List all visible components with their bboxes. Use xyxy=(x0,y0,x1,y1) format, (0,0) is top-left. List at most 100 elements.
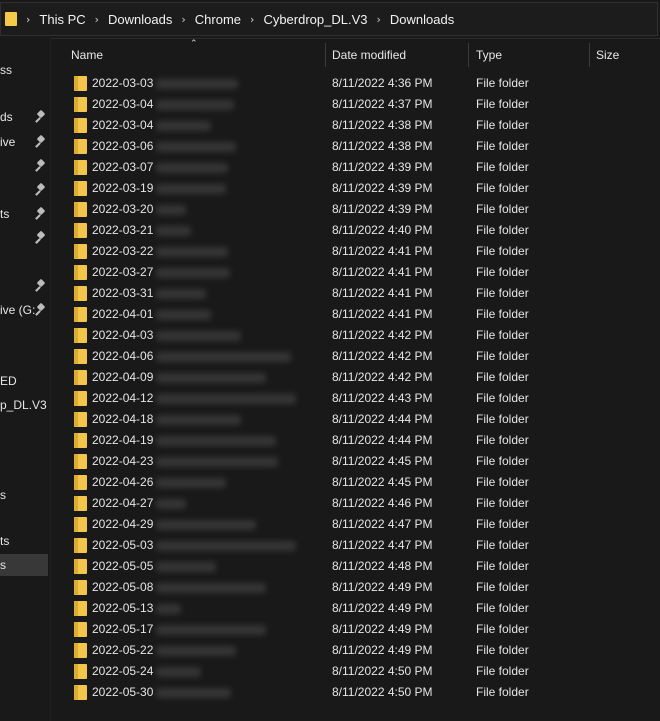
table-row[interactable]: 2022-03-22 8/11/2022 4:41 PM File folder xyxy=(52,241,660,262)
file-date-modified: 8/11/2022 4:48 PM xyxy=(332,559,433,573)
file-date-modified: 8/11/2022 4:44 PM xyxy=(332,412,433,426)
breadcrumb-chrome[interactable]: Chrome xyxy=(195,12,241,27)
file-type: File folder xyxy=(476,370,529,384)
table-row[interactable]: 2022-04-19 8/11/2022 4:44 PM File folder xyxy=(52,430,660,451)
column-header-type[interactable]: Type xyxy=(476,38,502,72)
file-name: 2022-04-09 xyxy=(92,370,154,384)
file-name: 2022-04-23 xyxy=(92,454,154,468)
file-date-modified: 8/11/2022 4:42 PM xyxy=(332,349,433,363)
table-row[interactable]: 2022-03-07 8/11/2022 4:39 PM File folder xyxy=(52,157,660,178)
file-type: File folder xyxy=(476,223,529,237)
sidebar-item[interactable]: s xyxy=(0,554,48,576)
table-row[interactable]: 2022-05-03 8/11/2022 4:47 PM File folder xyxy=(52,535,660,556)
sidebar-item[interactable]: ts xyxy=(0,530,48,552)
table-row[interactable]: 2022-05-05 8/11/2022 4:48 PM File folder xyxy=(52,556,660,577)
sidebar-item[interactable]: p_DL.V3 xyxy=(0,394,48,416)
table-row[interactable]: 2022-05-24 8/11/2022 4:50 PM File folder xyxy=(52,661,660,682)
table-row[interactable]: 2022-04-18 8/11/2022 4:44 PM File folder xyxy=(52,409,660,430)
breadcrumb[interactable]: › This PC › Downloads › Chrome › Cyberdr… xyxy=(0,2,658,36)
table-row[interactable]: 2022-04-26 8/11/2022 4:45 PM File folder xyxy=(52,472,660,493)
file-date-modified: 8/11/2022 4:36 PM xyxy=(332,76,433,90)
table-row[interactable]: 2022-04-03 8/11/2022 4:42 PM File folder xyxy=(52,325,660,346)
folder-icon xyxy=(74,559,87,574)
file-name: 2022-04-12 xyxy=(92,391,154,405)
table-row[interactable]: 2022-04-12 8/11/2022 4:43 PM File folder xyxy=(52,388,660,409)
redacted-name-blur xyxy=(156,310,211,320)
file-type: File folder xyxy=(476,160,529,174)
file-type: File folder xyxy=(476,433,529,447)
file-date-modified: 8/11/2022 4:49 PM xyxy=(332,643,433,657)
sidebar-item[interactable]: ds xyxy=(0,106,48,128)
table-row[interactable]: 2022-04-27 8/11/2022 4:46 PM File folder xyxy=(52,493,660,514)
sidebar-item[interactable]: ive xyxy=(0,131,48,153)
breadcrumb-this-pc[interactable]: This PC xyxy=(39,12,85,27)
file-name: 2022-03-07 xyxy=(92,160,154,174)
file-explorer-window: › This PC › Downloads › Chrome › Cyberdr… xyxy=(0,0,660,721)
table-row[interactable]: 2022-04-23 8/11/2022 4:45 PM File folder xyxy=(52,451,660,472)
column-divider[interactable] xyxy=(589,43,590,67)
redacted-name-blur xyxy=(156,142,236,152)
sidebar-item[interactable]: ts xyxy=(0,203,48,225)
table-row[interactable]: 2022-04-09 8/11/2022 4:42 PM File folder xyxy=(52,367,660,388)
sidebar-item[interactable]: ss xyxy=(0,59,48,81)
sidebar-item[interactable]: s xyxy=(0,484,48,506)
chevron-right-icon[interactable]: › xyxy=(377,13,381,26)
chevron-right-icon[interactable]: › xyxy=(250,13,254,26)
file-type: File folder xyxy=(476,97,529,111)
table-row[interactable]: 2022-03-31 8/11/2022 4:41 PM File folder xyxy=(52,283,660,304)
sidebar-item[interactable] xyxy=(0,155,48,177)
folder-icon xyxy=(74,664,87,679)
table-row[interactable]: 2022-04-06 8/11/2022 4:42 PM File folder xyxy=(52,346,660,367)
table-row[interactable]: 2022-03-06 8/11/2022 4:38 PM File folder xyxy=(52,136,660,157)
sidebar-item[interactable] xyxy=(0,275,48,297)
column-header-date[interactable]: Date modified xyxy=(332,38,406,72)
folder-icon xyxy=(74,139,87,154)
column-header-size[interactable]: Size xyxy=(596,38,619,72)
table-row[interactable]: 2022-05-08 8/11/2022 4:49 PM File folder xyxy=(52,577,660,598)
folder-icon xyxy=(74,538,87,553)
file-name: 2022-05-17 xyxy=(92,622,154,636)
table-row[interactable]: 2022-05-13 8/11/2022 4:49 PM File folder xyxy=(52,598,660,619)
file-date-modified: 8/11/2022 4:39 PM xyxy=(332,160,433,174)
table-row[interactable]: 2022-03-21 8/11/2022 4:40 PM File folder xyxy=(52,220,660,241)
folder-icon xyxy=(74,97,87,112)
breadcrumb-cyberdrop[interactable]: Cyberdrop_DL.V3 xyxy=(263,12,367,27)
column-divider[interactable] xyxy=(468,43,469,67)
sidebar-item[interactable] xyxy=(0,227,48,249)
table-row[interactable]: 2022-05-30 8/11/2022 4:50 PM File folder xyxy=(52,682,660,703)
sidebar-item[interactable] xyxy=(0,179,48,201)
folder-icon xyxy=(74,643,87,658)
table-row[interactable]: 2022-03-04 8/11/2022 4:38 PM File folder xyxy=(52,115,660,136)
pin-icon xyxy=(35,182,46,196)
table-row[interactable]: 2022-04-01 8/11/2022 4:41 PM File folder xyxy=(52,304,660,325)
file-type: File folder xyxy=(476,664,529,678)
table-row[interactable]: 2022-03-03 8/11/2022 4:36 PM File folder xyxy=(52,73,660,94)
chevron-right-icon[interactable]: › xyxy=(95,13,99,26)
breadcrumb-downloads[interactable]: Downloads xyxy=(108,12,172,27)
table-row[interactable]: 2022-03-20 8/11/2022 4:39 PM File folder xyxy=(52,199,660,220)
column-divider[interactable] xyxy=(325,43,326,67)
pane-splitter[interactable] xyxy=(50,38,51,721)
table-row[interactable]: 2022-03-04 8/11/2022 4:37 PM File folder xyxy=(52,94,660,115)
table-row[interactable]: 2022-04-29 8/11/2022 4:47 PM File folder xyxy=(52,514,660,535)
redacted-name-blur xyxy=(156,226,191,236)
sidebar-item[interactable]: ED xyxy=(0,370,48,392)
table-row[interactable]: 2022-05-17 8/11/2022 4:49 PM File folder xyxy=(52,619,660,640)
table-row[interactable]: 2022-03-19 8/11/2022 4:39 PM File folder xyxy=(52,178,660,199)
table-row[interactable]: 2022-03-27 8/11/2022 4:41 PM File folder xyxy=(52,262,660,283)
folder-icon xyxy=(74,244,87,259)
folder-icon xyxy=(74,580,87,595)
redacted-name-blur xyxy=(156,520,256,530)
redacted-name-blur xyxy=(156,646,236,656)
file-type: File folder xyxy=(476,601,529,615)
column-header-name[interactable]: Name xyxy=(71,38,103,72)
sidebar-item-label: ts xyxy=(0,207,10,221)
table-row[interactable]: 2022-05-22 8/11/2022 4:49 PM File folder xyxy=(52,640,660,661)
sidebar-item[interactable]: ive (G: xyxy=(0,299,48,321)
breadcrumb-current-downloads[interactable]: Downloads xyxy=(390,12,454,27)
file-type: File folder xyxy=(476,76,529,90)
sidebar-item-label: ss xyxy=(0,63,12,77)
chevron-right-icon[interactable]: › xyxy=(26,13,30,26)
chevron-right-icon[interactable]: › xyxy=(181,13,185,26)
file-date-modified: 8/11/2022 4:49 PM xyxy=(332,580,433,594)
